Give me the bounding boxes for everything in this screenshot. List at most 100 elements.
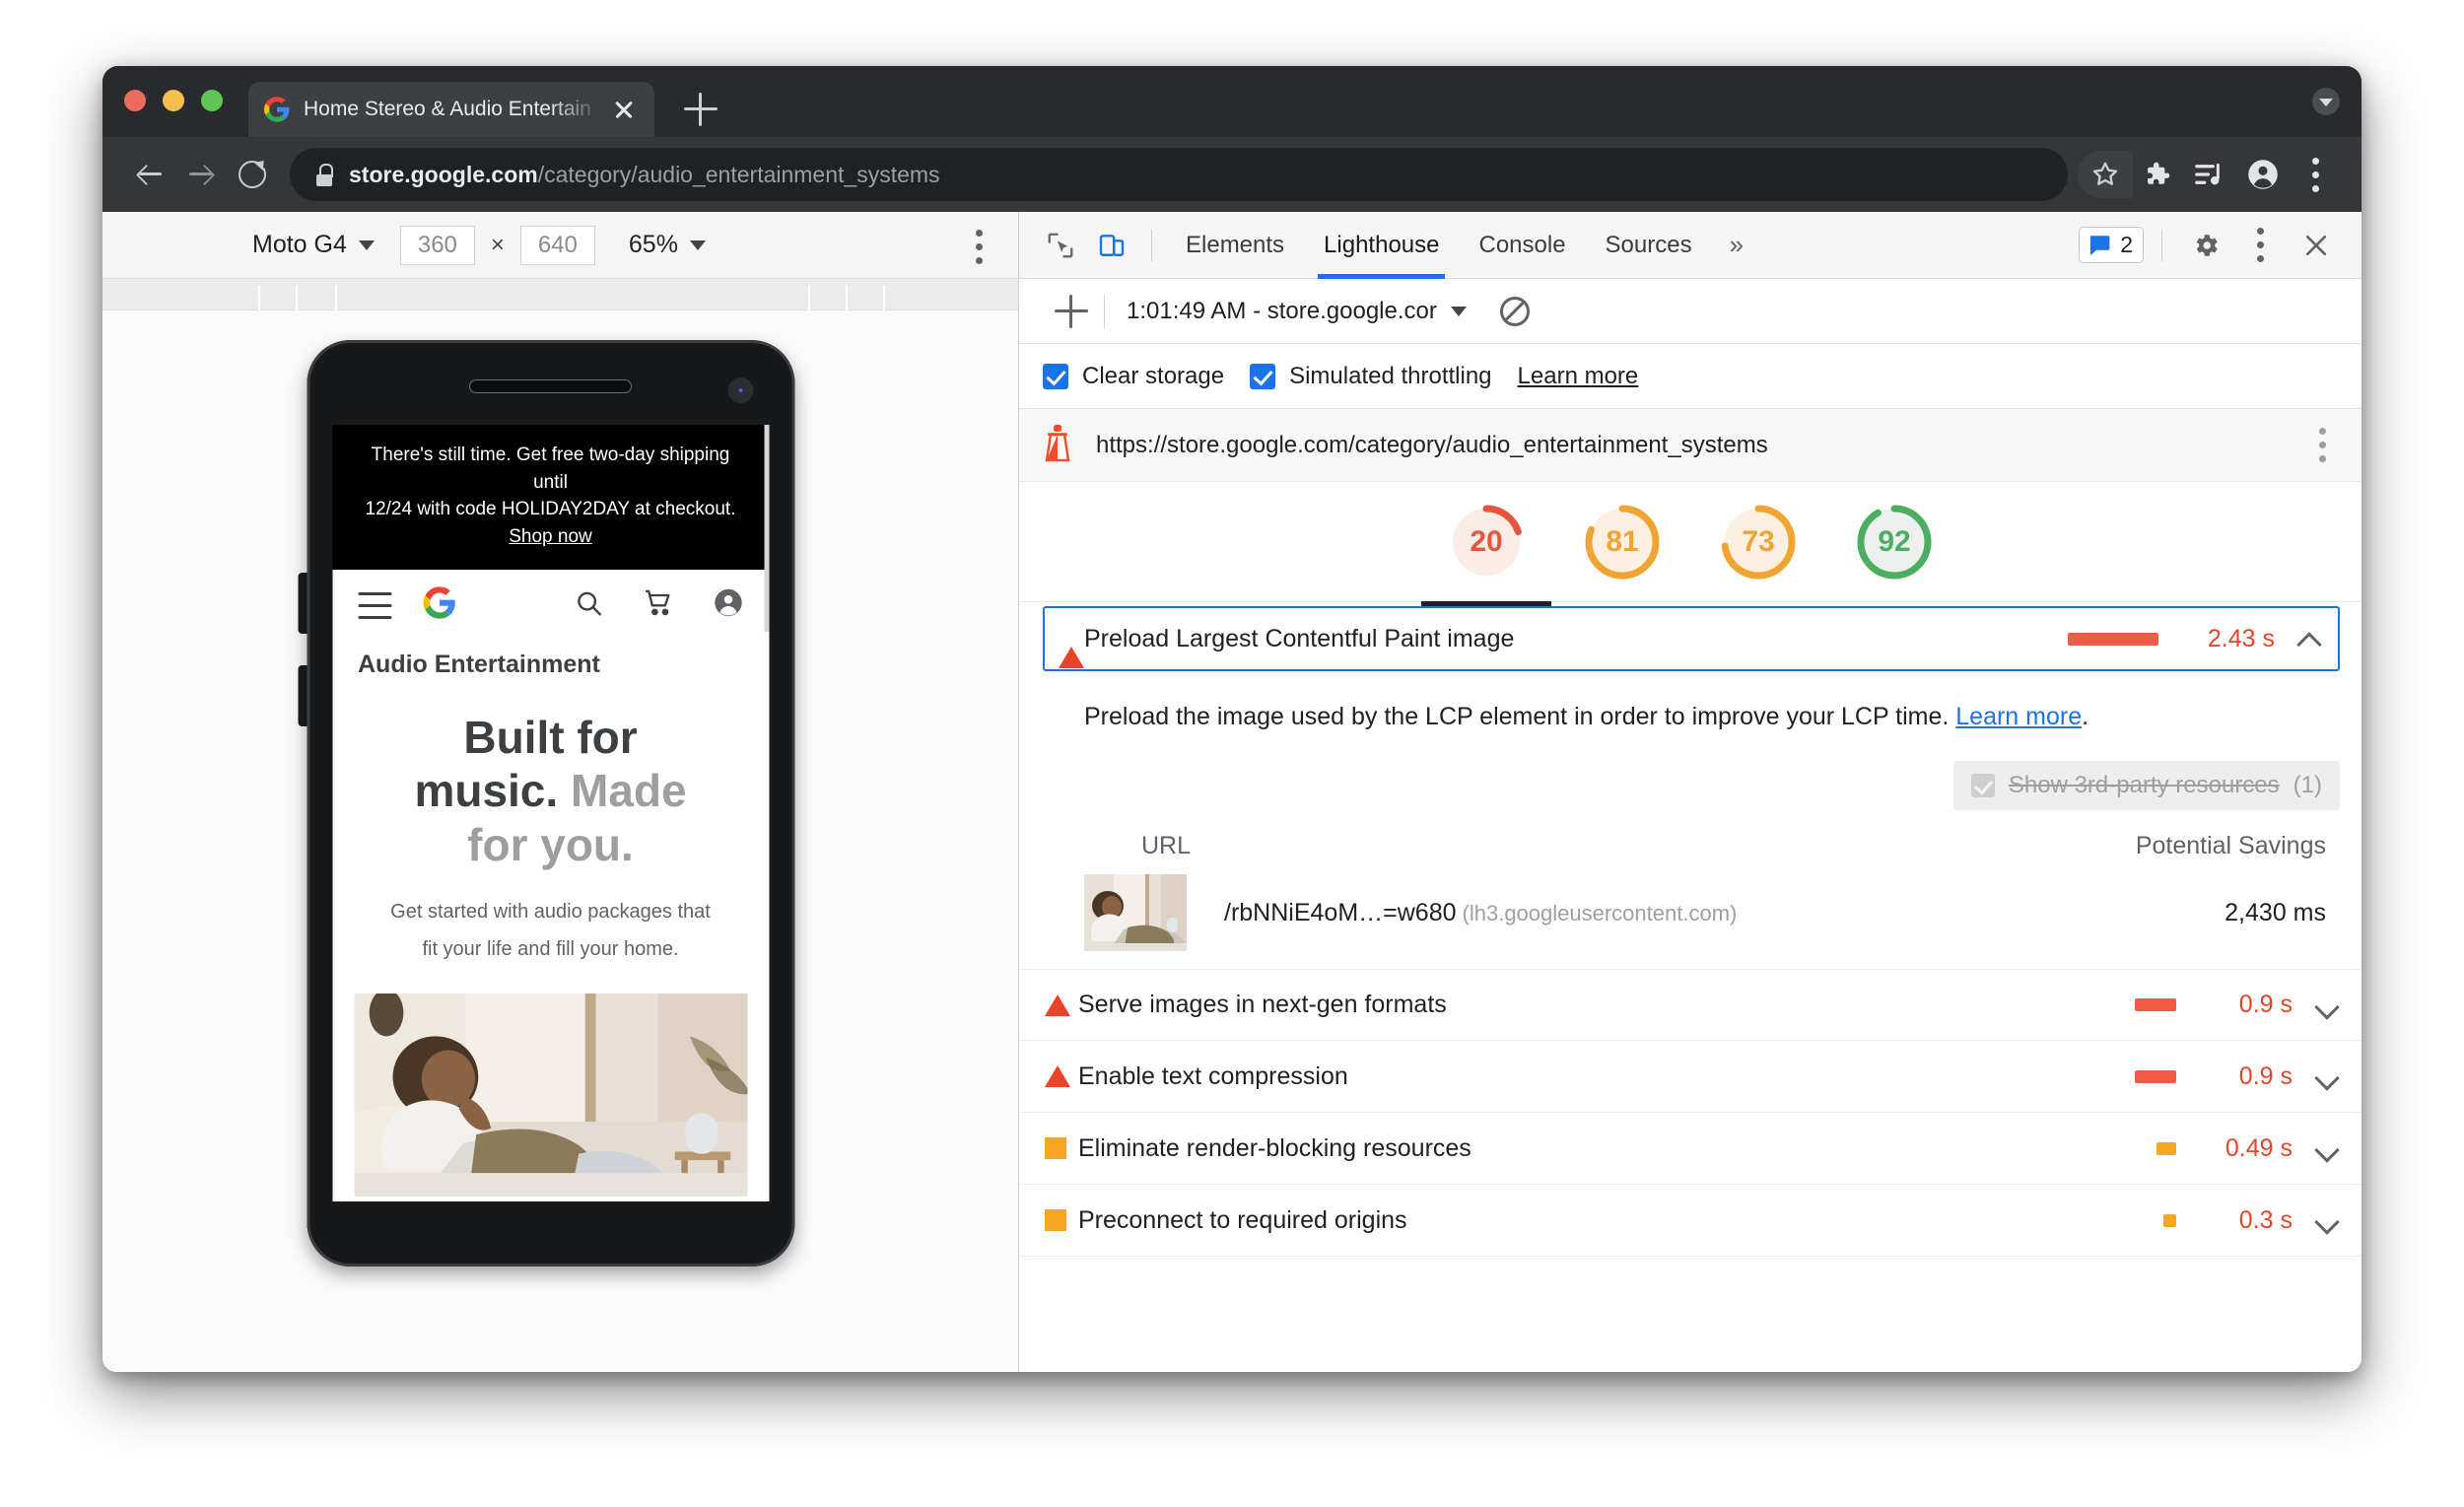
forward-button[interactable] (175, 149, 227, 200)
resource-thumbnail (1084, 874, 1187, 951)
chevron-down-icon (1450, 306, 1467, 316)
show-third-party-label: Show 3rd-party resources (2008, 772, 2280, 798)
learn-more-link[interactable]: Learn more (1518, 363, 1639, 390)
chevron-down-icon (689, 240, 706, 250)
gauge-score: 20 (1470, 524, 1503, 558)
height-input[interactable]: 640 (519, 225, 595, 265)
report-kebab-icon (2319, 428, 2326, 462)
hamburger-menu-icon[interactable] (358, 591, 391, 619)
chevron-down-icon (358, 240, 375, 250)
devtools-menu-button[interactable] (2235, 220, 2287, 271)
browser-window: Home Stereo & Audio Entertain store.goog… (103, 66, 2361, 1372)
google-g-icon[interactable] (423, 586, 455, 624)
gauge-accessibility[interactable]: 81 (1581, 501, 1664, 583)
reload-button[interactable] (227, 149, 278, 200)
chevron-down-icon[interactable] (2314, 1135, 2340, 1161)
back-button[interactable] (124, 149, 175, 200)
bookmark-button[interactable] (2078, 151, 2133, 198)
promo-line-1: There's still time. Get free two-day shi… (371, 445, 730, 493)
chevron-down-icon[interactable] (2314, 993, 2340, 1018)
audit-row[interactable]: Eliminate render-blocking resources 0.49… (1019, 1113, 2361, 1185)
tab-console[interactable]: Console (1459, 212, 1585, 279)
close-icon[interactable] (609, 95, 639, 124)
lighthouse-options: Clear storage Simulated throttling Learn… (1019, 344, 2361, 409)
severity-marker (1045, 1209, 1078, 1231)
tab-lighthouse[interactable]: Lighthouse (1304, 212, 1459, 279)
third-party-count: (1) (2293, 772, 2322, 798)
simulated-throttling-checkbox[interactable]: Simulated throttling (1250, 363, 1492, 390)
audit-title: Preconnect to required origins (1078, 1205, 1407, 1234)
device-select[interactable]: Moto G4 (252, 231, 375, 259)
chrome-menu-button[interactable] (2293, 151, 2340, 198)
address-bar[interactable]: store.google.com/category/audio_entertai… (290, 148, 2068, 201)
gauge-performance[interactable]: 20 (1421, 501, 1551, 606)
chevron-down-icon[interactable] (2312, 88, 2340, 115)
toggle-device-toolbar-button[interactable] (1086, 220, 1137, 271)
clear-reports-button[interactable] (1499, 296, 1530, 326)
device-toggle-icon (1099, 234, 1125, 256)
account-avatar-icon[interactable] (713, 587, 743, 623)
audit-row[interactable]: Serve images in next-gen formats 0.9 s (1019, 969, 2361, 1041)
device-viewport[interactable]: There's still time. Get free two-day shi… (332, 425, 769, 1201)
search-icon[interactable] (574, 588, 603, 623)
warning-square-icon (1045, 1137, 1066, 1159)
report-menu-button[interactable] (2319, 428, 2326, 462)
audit-row-expanded[interactable]: Preload Largest Contentful Paint image 2… (1043, 606, 2340, 671)
tab-elements[interactable]: Elements (1166, 212, 1304, 279)
back-arrow-icon (137, 162, 163, 187)
zoom-select[interactable]: 65% (629, 231, 706, 259)
audit-row[interactable]: Enable text compression 0.9 s (1019, 1041, 2361, 1113)
more-tabs-button[interactable]: » (1712, 230, 1761, 260)
tab-sources[interactable]: Sources (1586, 212, 1712, 279)
viewport-scrollbar[interactable] (764, 425, 769, 632)
warning-triangle-icon (1059, 630, 1084, 668)
audit-description-suffix: . (2082, 703, 2089, 730)
new-audit-button[interactable] (1055, 294, 1088, 328)
chevron-down-icon[interactable] (2314, 1063, 2340, 1089)
gauge-best-practices[interactable]: 73 (1717, 501, 1800, 583)
profile-avatar-icon (2248, 160, 2278, 189)
audit-metrics: 0.3 s (2163, 1206, 2340, 1235)
audit-metrics: 2.43 s (2068, 625, 2322, 653)
audit-row[interactable]: Preconnect to required origins 0.3 s (1019, 1185, 2361, 1257)
lock-icon (315, 163, 333, 186)
settings-button[interactable] (2180, 220, 2231, 271)
reload-icon (239, 161, 266, 188)
new-tab-button[interactable] (684, 93, 718, 126)
content-split: Moto G4 360 × 640 65% There's still time… (103, 212, 2361, 1372)
profile-button[interactable] (2239, 151, 2287, 198)
chevron-down-icon[interactable] (2314, 1207, 2340, 1233)
audit-learn-more-link[interactable]: Learn more (1955, 703, 2082, 730)
browser-tab[interactable]: Home Stereo & Audio Entertain (248, 82, 654, 137)
bookmark-star-icon (2092, 162, 2118, 185)
chevron-up-icon[interactable] (2296, 626, 2322, 651)
devtools-tabbar: Elements Lighthouse Console Sources » 2 (1019, 212, 2361, 279)
screenshot-root: Home Stereo & Audio Entertain store.goog… (0, 0, 2464, 1507)
close-window-button[interactable] (124, 90, 146, 111)
resource-url: /rbNNiE4oM…=w680 (lh3.googleusercontent.c… (1224, 899, 1737, 927)
audit-list: Preload Largest Contentful Paint image 2… (1019, 602, 2361, 1372)
messages-icon (2090, 235, 2110, 254)
width-input[interactable]: 360 (399, 225, 475, 265)
extensions-button[interactable] (2133, 151, 2180, 198)
maximize-window-button[interactable] (201, 90, 223, 111)
impact-bar (2135, 998, 2176, 1011)
clear-storage-checkbox[interactable]: Clear storage (1043, 363, 1224, 390)
device-name: Moto G4 (252, 231, 347, 258)
show-third-party-toggle[interactable]: Show 3rd-party resources (1) (1952, 761, 2340, 810)
minimize-window-button[interactable] (163, 90, 184, 111)
inspect-element-button[interactable] (1035, 220, 1086, 271)
device-menu-button[interactable] (976, 230, 983, 264)
shopping-cart-icon[interactable] (643, 587, 673, 623)
report-select[interactable]: 1:01:49 AM - store.google.cor (1127, 298, 1467, 325)
actions-divider (2161, 229, 2162, 261)
tab-strip: Home Stereo & Audio Entertain (103, 66, 2361, 137)
promo-shop-now-link[interactable]: Shop now (509, 526, 592, 547)
close-devtools-button[interactable] (2291, 220, 2342, 271)
lighthouse-toolbar: 1:01:49 AM - store.google.cor (1019, 279, 2361, 344)
resource-table-header: URL Potential Savings (1019, 810, 2361, 860)
media-list-button[interactable] (2186, 151, 2233, 198)
audit-metrics: 0.9 s (2135, 1062, 2340, 1091)
gauge-seo[interactable]: 92 (1853, 501, 1936, 583)
messages-badge[interactable]: 2 (2079, 227, 2144, 263)
